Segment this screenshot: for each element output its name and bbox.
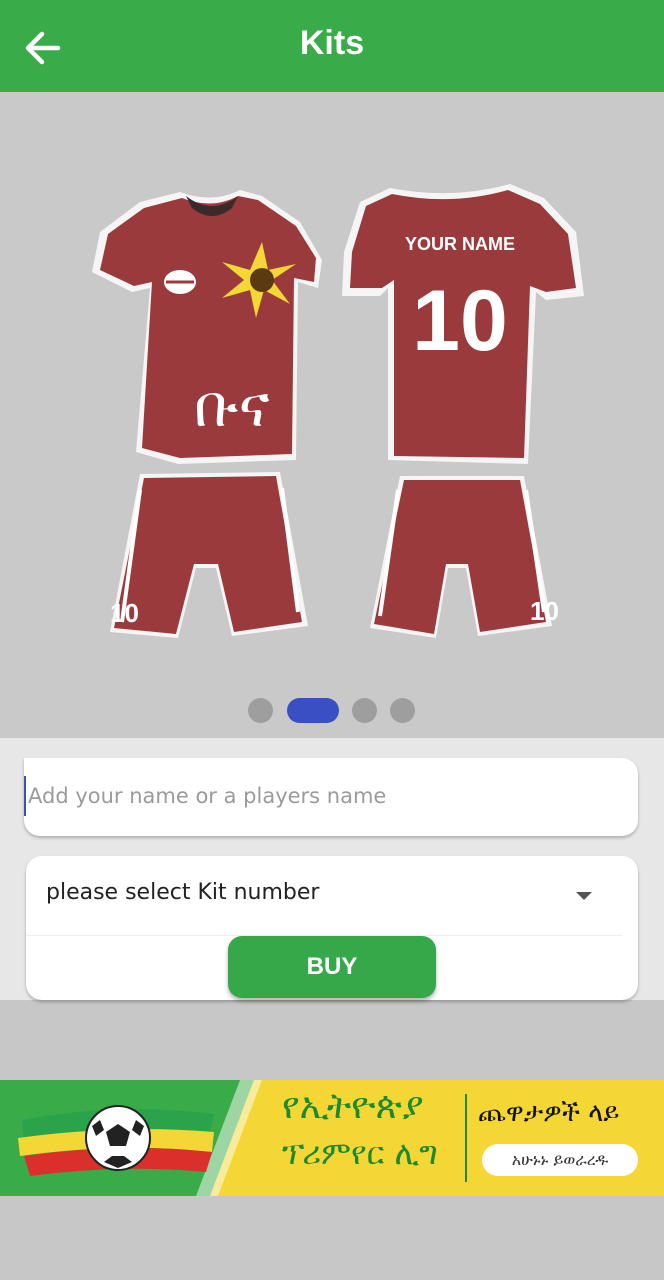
dropdown-caret-icon — [576, 892, 592, 900]
back-jersey: YOUR NAME 10 10 — [342, 184, 584, 638]
kit-number-dropdown[interactable]: please select Kit number — [26, 856, 622, 936]
carousel-dot-4[interactable] — [390, 698, 415, 723]
promo-banner[interactable]: የኢትዮጵያ ፕሪምየር ሊግ ጨዋታዎች ላይ አሁኑኑ ይወራረዱ — [0, 1080, 664, 1196]
banner-title-line1: የኢትዮጵያ — [282, 1086, 424, 1127]
player-name-input[interactable] — [24, 776, 624, 816]
banner-title-line2: ፕሪምየር ሊግ — [282, 1134, 438, 1172]
app-bar: Kits — [0, 0, 664, 92]
banner-cta-button[interactable]: አሁኑኑ ይወራረዱ — [482, 1144, 638, 1176]
carousel-indicator — [0, 696, 664, 724]
front-jersey: ቡና 10 — [92, 190, 322, 638]
name-input-card — [24, 758, 638, 836]
kit-number-card: please select Kit number BUY — [26, 856, 638, 1000]
front-jersey-text: ቡና — [194, 372, 270, 440]
kit-number-select-text: please select Kit number — [46, 880, 320, 905]
back-name: YOUR NAME — [405, 234, 515, 254]
front-shorts-number: 10 — [110, 598, 139, 628]
banner-right-text: ጨዋታዎች ላይ — [478, 1098, 620, 1128]
kit-image: ቡና 10 YOUR NAME 10 10 — [92, 184, 584, 638]
kit-preview[interactable]: ቡና 10 YOUR NAME 10 10 — [0, 92, 664, 738]
soccer-ball-icon — [85, 1105, 151, 1171]
carousel-dot-1[interactable] — [248, 698, 273, 723]
page-title: Kits — [299, 24, 365, 62]
carousel-dot-2-active[interactable] — [287, 698, 339, 723]
carousel-dot-3[interactable] — [352, 698, 377, 723]
order-form: please select Kit number BUY — [0, 738, 664, 1000]
buy-button[interactable]: BUY — [228, 936, 436, 998]
back-number: 10 — [412, 273, 508, 369]
back-shorts-number: 10 — [530, 596, 559, 626]
